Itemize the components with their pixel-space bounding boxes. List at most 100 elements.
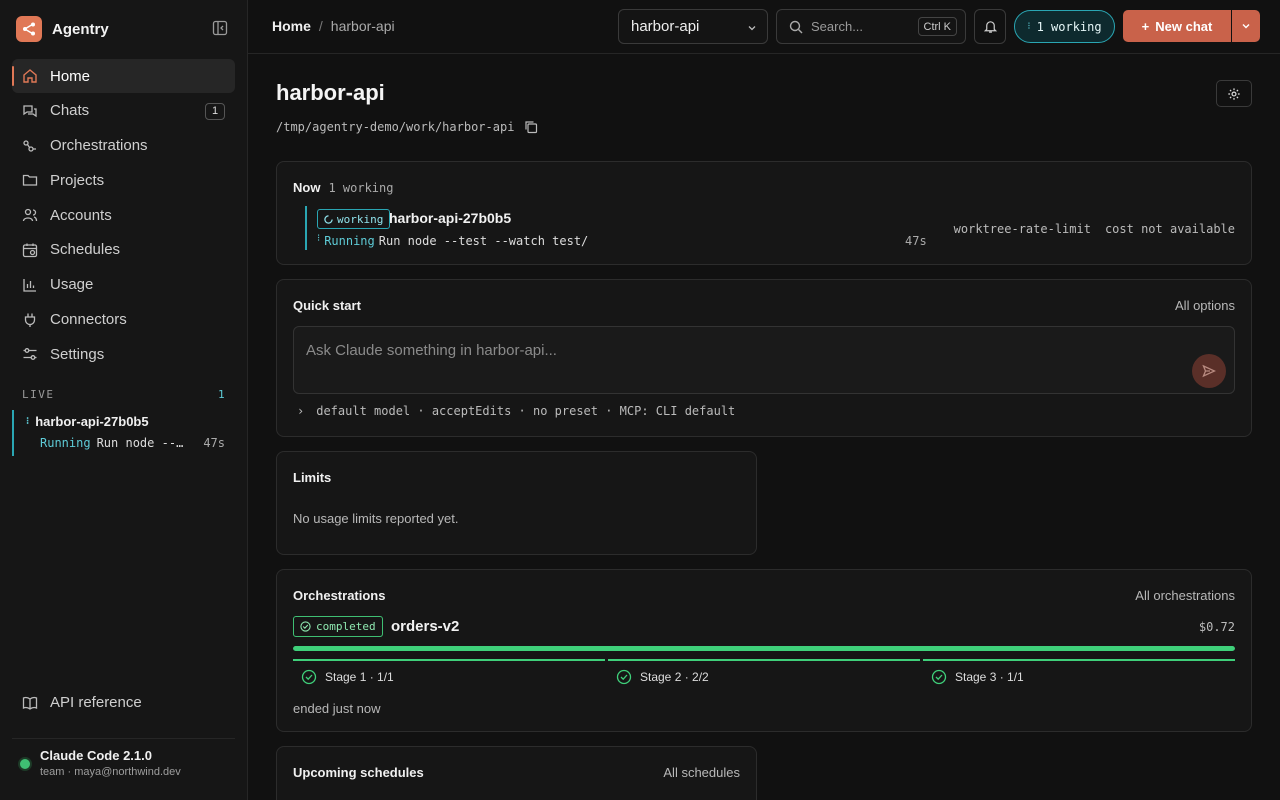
completed-badge: completed <box>293 616 383 637</box>
orchestration-ended: ended just now <box>293 701 381 716</box>
account-name: Claude Code 2.1.0 <box>40 748 152 763</box>
new-chat-button[interactable]: + New chat <box>1123 10 1231 42</box>
live-session-title: harbor-api-27b0b5 <box>35 414 149 429</box>
sidebar-item-accounts[interactable]: Accounts <box>12 198 235 232</box>
app-root: Agentry Home Chats 1 Orchestrations Proj… <box>0 0 1280 800</box>
quick-start-options-text: default model · acceptEdits · no preset … <box>316 404 736 418</box>
api-reference-label: API reference <box>50 694 142 711</box>
quick-start-card: Quick start All options Ask Claude somet… <box>276 279 1252 437</box>
activity-spinner-icon: ⁝ <box>1027 20 1031 32</box>
new-chat-label: New chat <box>1155 18 1213 34</box>
sidebar-item-projects[interactable]: Projects <box>12 163 235 197</box>
live-session-item[interactable]: ⁝ harbor-api-27b0b5 Running Run node --t… <box>12 410 235 456</box>
check-circle-icon <box>300 621 311 632</box>
sidebar-item-label: Schedules <box>50 241 121 259</box>
live-session-time: 47s <box>203 436 225 450</box>
now-header: Now 1 working <box>293 180 393 195</box>
gear-icon <box>1228 87 1240 100</box>
now-session-cost: cost not available <box>1104 222 1235 236</box>
stage-item[interactable]: Stage 2 · 2/2 <box>608 659 920 685</box>
account-sub: team · maya@northwind.dev <box>40 766 181 778</box>
working-badge: working <box>317 209 391 229</box>
orchestrations-title: Orchestrations <box>293 588 386 603</box>
users-icon <box>22 209 38 222</box>
bar-chart-icon <box>23 278 36 292</box>
sidebar-item-home[interactable]: Home <box>12 59 235 93</box>
calendar-icon <box>22 243 38 258</box>
orchestrations-card: Orchestrations All orchestrations comple… <box>276 569 1252 732</box>
working-status-pill[interactable]: ⁝ 1 working <box>1014 10 1115 43</box>
sidebar: Agentry Home Chats 1 Orchestrations Proj… <box>0 0 248 800</box>
brand[interactable]: Agentry <box>16 16 109 42</box>
now-session-command: Run node --test --watch test/ <box>378 234 589 248</box>
now-card: Now 1 working working harbor-api-27b0b5 … <box>276 161 1252 265</box>
spinner-icon <box>324 214 333 224</box>
send-button[interactable] <box>1192 354 1226 388</box>
breadcrumb-separator: / <box>318 18 323 34</box>
now-session-time: 47s <box>905 234 927 248</box>
folder-icon <box>22 175 38 187</box>
send-icon <box>1202 364 1216 378</box>
topbar: Home / harbor-api harbor-api Search... C… <box>248 0 1280 54</box>
check-circle-icon <box>931 669 947 685</box>
now-session-status: Running <box>324 234 375 248</box>
sidebar-item-settings[interactable]: Settings <box>12 337 235 371</box>
check-circle-icon <box>616 669 632 685</box>
api-reference-link[interactable]: API reference <box>22 694 142 711</box>
sidebar-item-label: Projects <box>50 171 105 189</box>
new-chat-dropdown-button[interactable] <box>1232 10 1260 42</box>
all-orchestrations-link[interactable]: All orchestrations <box>1135 588 1235 603</box>
all-options-link[interactable]: All options <box>1175 298 1235 313</box>
sidebar-item-label: Usage <box>50 276 94 294</box>
orchestration-name[interactable]: orders-v2 <box>391 618 459 635</box>
chat-icon <box>23 105 37 118</box>
main-content: Home / harbor-api harbor-api Search... C… <box>248 0 1280 800</box>
now-count: 1 working <box>328 181 394 195</box>
completed-badge-label: completed <box>316 620 376 633</box>
orchestration-stages: Stage 1 · 1/1 Stage 2 · 2/2 Stage 3 · 1/… <box>293 659 1235 685</box>
live-section-label: LIVE <box>22 388 55 401</box>
stage-item[interactable]: Stage 1 · 1/1 <box>293 659 605 685</box>
sidebar-item-usage[interactable]: Usage <box>12 268 235 302</box>
all-schedules-link[interactable]: All schedules <box>663 765 740 780</box>
collapse-sidebar-icon[interactable] <box>212 20 230 38</box>
breadcrumb-current: harbor-api <box>330 18 395 34</box>
sidebar-item-label: Home <box>50 67 91 85</box>
account-status-icon <box>20 759 30 769</box>
breadcrumb-home[interactable]: Home <box>272 18 311 34</box>
stage-label: Stage 2 · 2/2 <box>640 670 709 684</box>
working-status-label: 1 working <box>1036 19 1102 34</box>
copy-icon[interactable] <box>524 120 538 134</box>
stage-item[interactable]: Stage 3 · 1/1 <box>923 659 1235 685</box>
now-session-run: ⁝ Running Run node --test --watch test/ <box>317 234 589 249</box>
sidebar-item-chats[interactable]: Chats 1 <box>12 94 235 128</box>
upcoming-schedules-card: Upcoming schedules All schedules <box>276 746 757 800</box>
project-settings-button[interactable] <box>1216 80 1252 107</box>
quick-start-options[interactable]: › default model · acceptEdits · no prese… <box>297 404 735 418</box>
project-select[interactable]: harbor-api <box>618 9 768 44</box>
plug-icon <box>24 313 36 327</box>
check-circle-icon <box>301 669 317 685</box>
prompt-placeholder: Ask Claude something in harbor-api... <box>306 342 557 359</box>
sidebar-item-schedules[interactable]: Schedules <box>12 233 235 267</box>
project-path-text: /tmp/agentry-demo/work/harbor-api <box>276 120 515 134</box>
notifications-button[interactable] <box>974 9 1006 44</box>
account-info[interactable]: Claude Code 2.1.0 team · maya@northwind.… <box>20 748 181 778</box>
sidebar-footer-divider <box>12 738 235 739</box>
sidebar-item-connectors[interactable]: Connectors <box>12 303 235 337</box>
now-session-item[interactable]: working harbor-api-27b0b5 ⁝ Running Run … <box>305 206 935 250</box>
search-input[interactable]: Search... Ctrl K <box>776 9 966 44</box>
orchestration-icon <box>23 139 36 152</box>
sidebar-item-label: Orchestrations <box>50 137 148 155</box>
agentry-logo-icon <box>16 16 42 42</box>
brand-name: Agentry <box>52 20 109 38</box>
sliders-icon <box>23 348 37 361</box>
home-icon <box>23 69 37 83</box>
upcoming-schedules-title: Upcoming schedules <box>293 765 424 780</box>
book-icon <box>22 696 38 710</box>
sidebar-item-label: Connectors <box>50 311 127 329</box>
sidebar-nav: Home Chats 1 Orchestrations Projects Acc… <box>12 59 235 372</box>
live-session-command: Run node --test --watch test/ <box>96 436 189 450</box>
sidebar-item-orchestrations[interactable]: Orchestrations <box>12 129 235 163</box>
prompt-input[interactable]: Ask Claude something in harbor-api... <box>293 326 1235 394</box>
